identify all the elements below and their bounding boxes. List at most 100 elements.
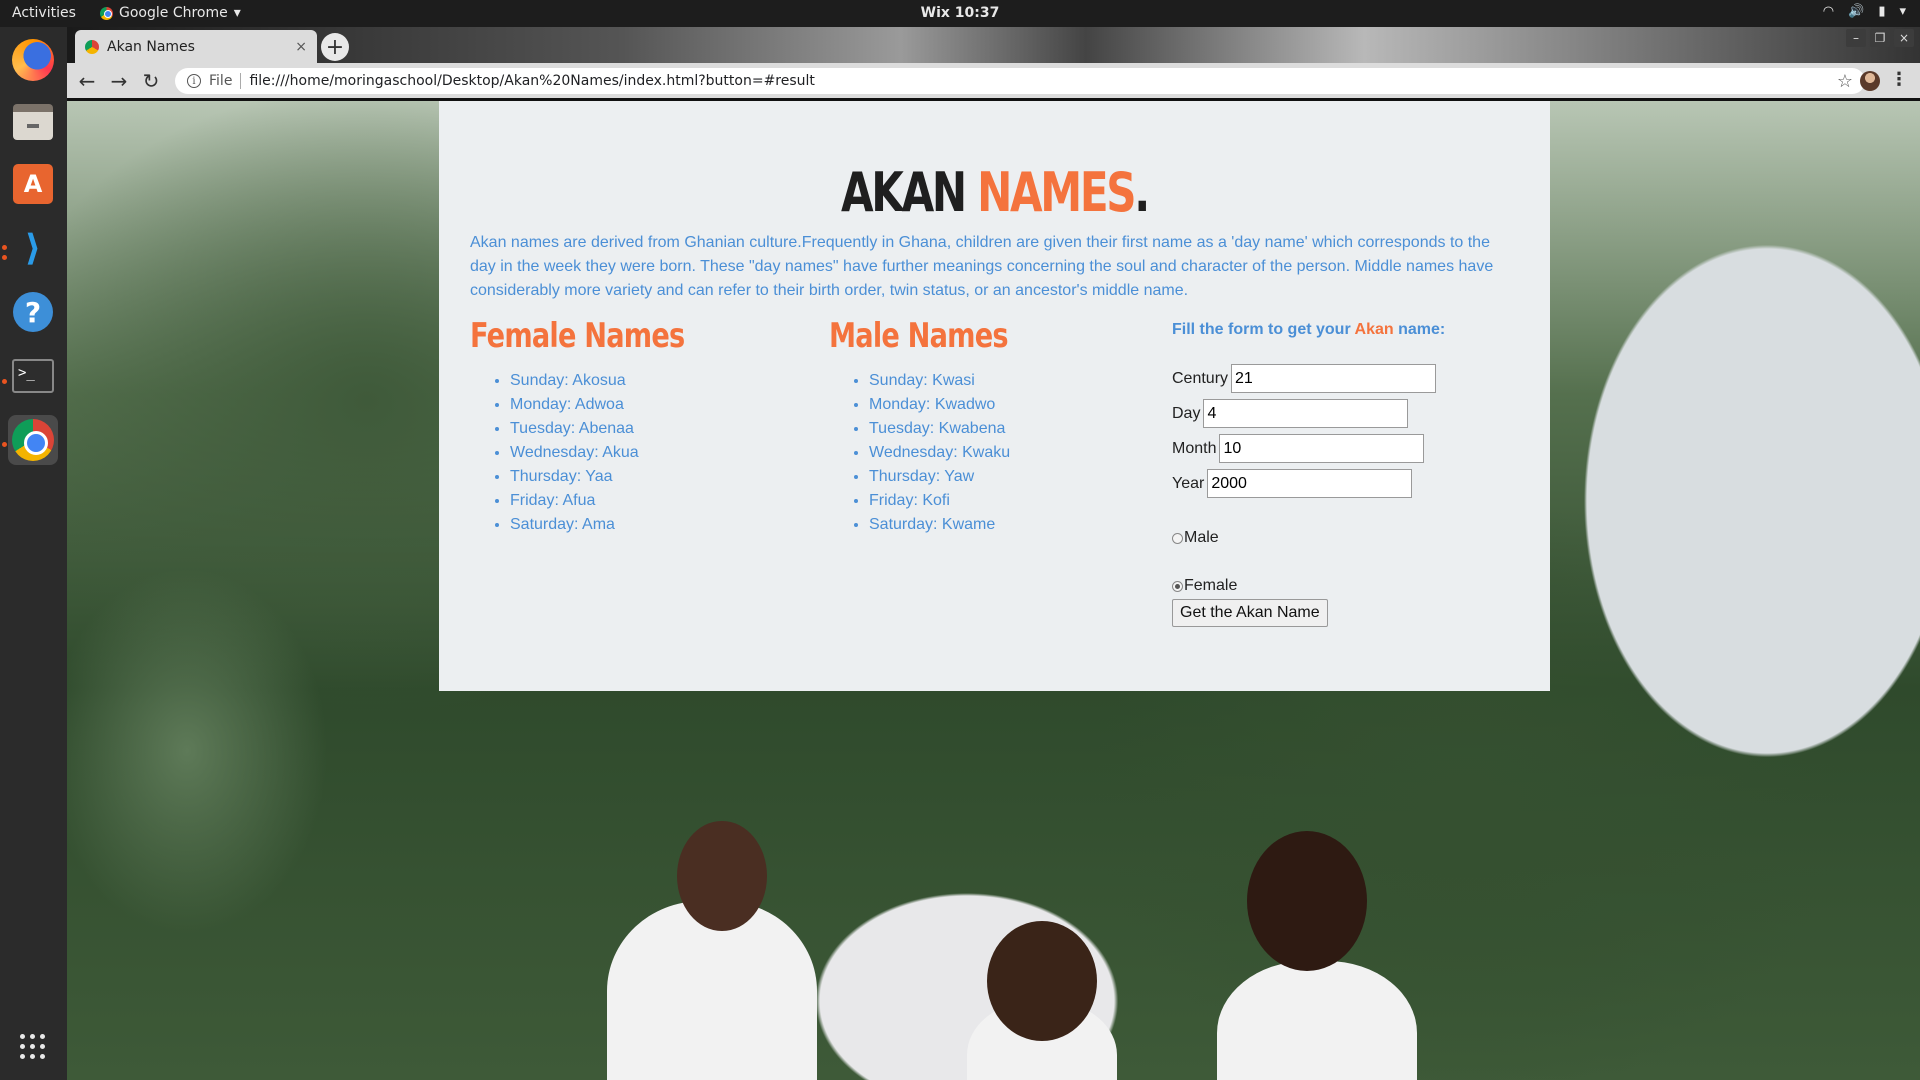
female-names-heading: Female Names (470, 316, 685, 356)
system-top-bar: Activities Google Chrome ▾ Wix 10:37 ◠ 🔊… (0, 0, 1920, 27)
help-icon: ? (13, 292, 53, 332)
day-label: Day (1172, 404, 1201, 422)
list-item: Thursday: Yaw (869, 465, 1010, 489)
background-child-head (987, 921, 1097, 1041)
akan-form: Fill the form to get your Akan name: Cen… (1172, 321, 1532, 627)
background-person-head (1247, 831, 1367, 971)
chrome-window: Akan Names × + – ❐ × ← → ↻ i File file:/… (67, 27, 1920, 1080)
list-item: Saturday: Ama (510, 513, 639, 537)
list-item: Tuesday: Kwabena (869, 417, 1010, 441)
list-item: Friday: Kofi (869, 489, 1010, 513)
title-names: NAMES (977, 161, 1137, 224)
running-indicator (2, 442, 7, 447)
restore-icon[interactable]: ❐ (1870, 29, 1890, 47)
female-option[interactable]: Female (1172, 577, 1532, 595)
url-text[interactable]: file:///home/moringaschool/Desktop/Akan%… (249, 73, 1828, 89)
info-icon[interactable]: i (187, 74, 201, 88)
intro-paragraph: Akan names are derived from Ghanian cult… (470, 234, 1494, 299)
dock: A ⟩ ? >_ (0, 27, 67, 1080)
running-indicator (2, 379, 7, 384)
day-row: Day (1172, 396, 1532, 431)
close-icon[interactable]: × (295, 39, 307, 55)
list-item: Sunday: Kwasi (869, 369, 1010, 393)
chrome-icon (12, 419, 54, 461)
app-menu-label: Google Chrome (119, 5, 228, 21)
close-window-icon[interactable]: × (1894, 29, 1914, 47)
software-store-icon: A (13, 164, 53, 204)
battery-icon: ▮ (1878, 4, 1886, 19)
list-item: Sunday: Akosua (510, 369, 639, 393)
dock-vscode[interactable]: ⟩ (8, 223, 58, 273)
chrome-icon (100, 6, 113, 20)
new-tab-button[interactable]: + (321, 33, 349, 61)
volume-icon: 🔊 (1848, 4, 1865, 19)
url-scheme: File (209, 73, 242, 89)
page-viewport: AKAN NAMES. Akan names are derived from … (67, 101, 1920, 1080)
system-tray[interactable]: ◠ 🔊 ▮ ▾ (1823, 4, 1906, 19)
year-label: Year (1172, 474, 1205, 492)
activities-button[interactable]: Activities (12, 5, 76, 21)
female-names-list: Sunday: Akosua Monday: Adwoa Tuesday: Ab… (470, 369, 639, 537)
form-heading-post: name: (1393, 321, 1446, 338)
dock-terminal[interactable]: >_ (8, 351, 58, 401)
month-input[interactable] (1219, 434, 1425, 463)
background-person-head (677, 821, 767, 931)
male-option[interactable]: Male (1172, 529, 1532, 547)
list-item: Friday: Afua (510, 489, 639, 513)
favicon-icon (85, 39, 99, 54)
form-heading-accent: Akan (1354, 321, 1394, 338)
list-item: Wednesday: Kwaku (869, 441, 1010, 465)
running-indicator (2, 255, 7, 260)
century-row: Century (1172, 361, 1532, 396)
dock-firefox[interactable] (8, 35, 58, 85)
male-names-list: Sunday: Kwasi Monday: Kwadwo Tuesday: Kw… (829, 369, 1010, 537)
list-item: Monday: Kwadwo (869, 393, 1010, 417)
day-input[interactable] (1203, 399, 1409, 428)
vscode-icon: ⟩ (24, 227, 42, 269)
bookmark-star-icon[interactable]: ☆ (1837, 71, 1853, 92)
back-arrow-icon[interactable]: ← (75, 69, 99, 93)
window-controls: – ❐ × (1846, 29, 1914, 47)
firefox-icon (12, 39, 54, 81)
page-title: AKAN NAMES. (561, 161, 1428, 224)
tab-strip: Akan Names × + – ❐ × (67, 27, 1920, 63)
list-item: Tuesday: Abenaa (510, 417, 639, 441)
dock-files[interactable] (8, 97, 58, 147)
running-indicator (2, 245, 7, 250)
dock-chrome[interactable] (8, 415, 58, 465)
minimize-icon[interactable]: – (1846, 29, 1866, 47)
list-item: Thursday: Yaa (510, 465, 639, 489)
content-card: AKAN NAMES. Akan names are derived from … (439, 101, 1550, 691)
male-names-heading: Male Names (829, 316, 1009, 356)
form-heading-pre: Fill the form to get your (1172, 321, 1355, 338)
tab-title: Akan Names (107, 38, 195, 55)
male-label: Male (1184, 529, 1219, 546)
clock[interactable]: Wix 10:37 (921, 5, 1000, 21)
profile-avatar[interactable] (1860, 71, 1880, 91)
male-radio[interactable] (1172, 532, 1183, 544)
address-bar[interactable]: i File file:///home/moringaschool/Deskto… (175, 68, 1865, 94)
list-item: Saturday: Kwame (869, 513, 1010, 537)
year-input[interactable] (1207, 469, 1413, 498)
dock-software-store[interactable]: A (8, 159, 58, 209)
browser-toolbar: ← → ↻ i File file:///home/moringaschool/… (67, 63, 1920, 101)
dock-help[interactable]: ? (8, 287, 58, 337)
female-radio[interactable] (1172, 580, 1183, 592)
century-label: Century (1172, 369, 1229, 387)
tab-akan-names[interactable]: Akan Names × (75, 30, 317, 63)
century-input[interactable] (1231, 364, 1437, 393)
app-menu[interactable]: Google Chrome ▾ (100, 5, 241, 21)
female-label: Female (1184, 577, 1238, 594)
app-grid-icon[interactable] (20, 1034, 46, 1060)
chevron-down-icon: ▾ (1899, 4, 1906, 19)
reload-icon[interactable]: ↻ (139, 69, 163, 93)
menu-kebab-icon[interactable]: ⋮ (1890, 69, 1908, 90)
month-label: Month (1172, 439, 1217, 457)
files-icon (13, 104, 53, 140)
get-akan-name-button[interactable]: Get the Akan Name (1172, 599, 1328, 627)
wifi-icon: ◠ (1822, 4, 1835, 19)
forward-arrow-icon[interactable]: → (107, 69, 131, 93)
title-period: . (1134, 161, 1150, 224)
list-item: Wednesday: Akua (510, 441, 639, 465)
year-row: Year (1172, 466, 1532, 501)
